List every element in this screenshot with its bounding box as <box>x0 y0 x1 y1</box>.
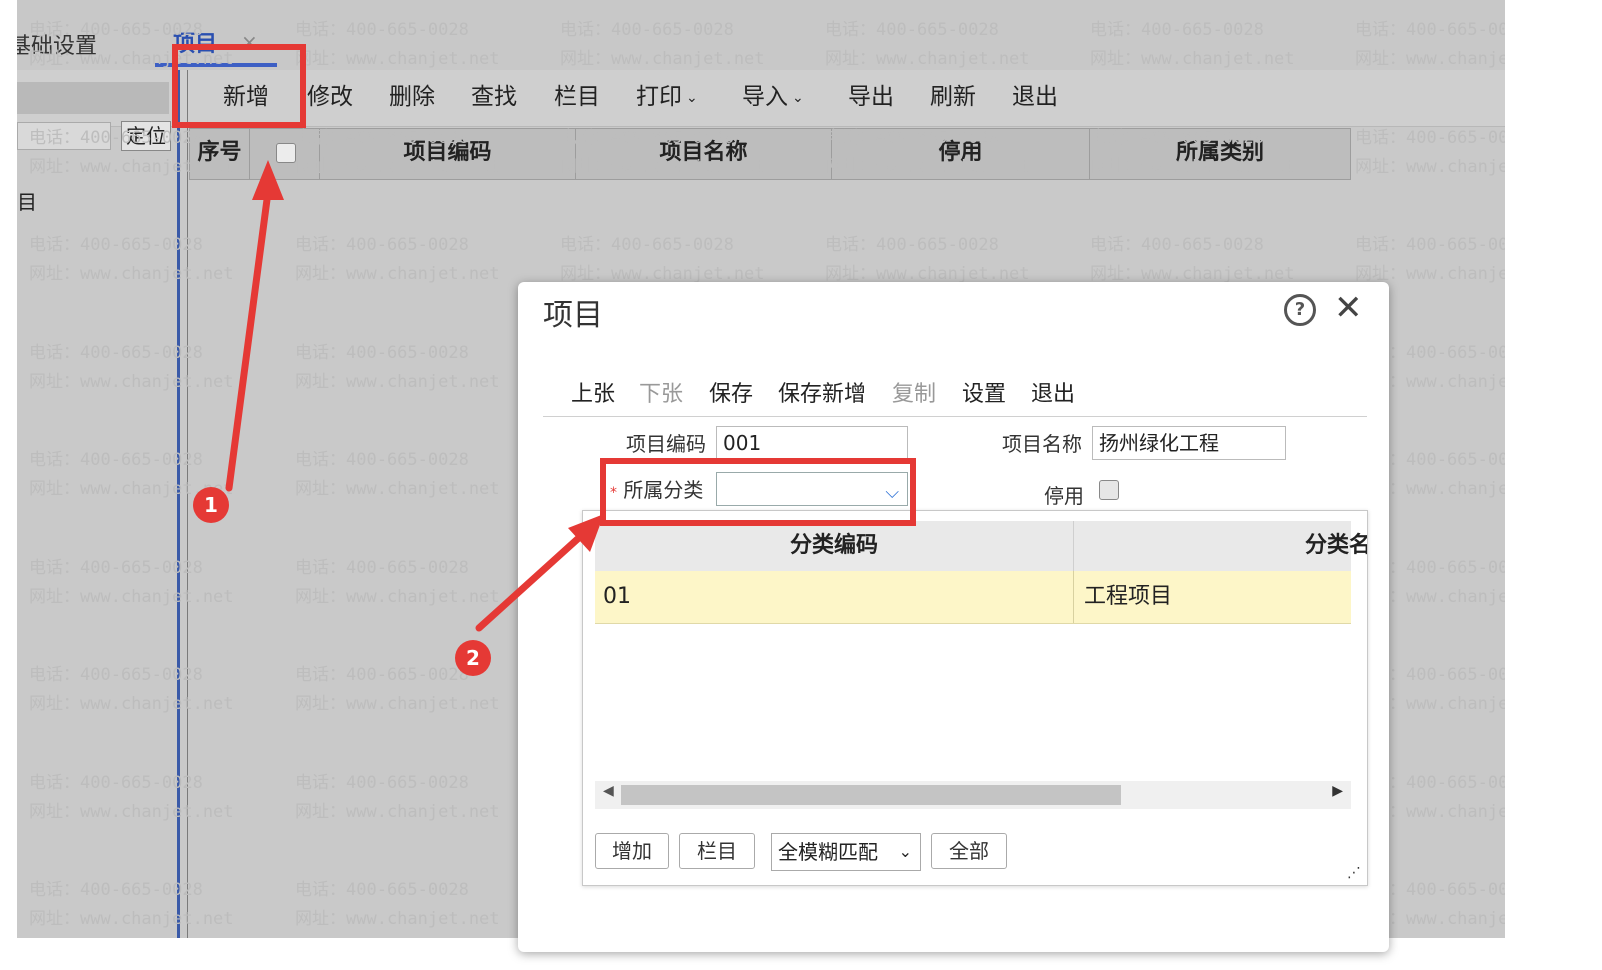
tab-base-settings[interactable]: 基础设置 <box>17 28 97 60</box>
col-header-stopped[interactable]: 停用 <box>832 129 1090 179</box>
watermark: 电话：400-665-0028网址：www.chanjet.net <box>295 235 500 284</box>
dialog-exit-button[interactable]: 退出 <box>1031 376 1075 408</box>
exit-button[interactable]: 退出 <box>1012 80 1058 114</box>
watermark: 电话：400-665-0028网址：www.chanjet.net <box>1355 128 1505 177</box>
panel-divider <box>187 70 188 938</box>
stop-checkbox[interactable] <box>1099 480 1119 500</box>
select-all-checkbox[interactable] <box>276 143 296 163</box>
columns-button[interactable]: 栏目 <box>554 80 600 114</box>
export-button[interactable]: 导出 <box>848 80 894 114</box>
import-menu-button[interactable]: 导入 ⌄ <box>742 80 804 115</box>
save-button[interactable]: 保存 <box>709 376 753 408</box>
project-code-field[interactable]: 001 <box>716 426 908 460</box>
copy-button[interactable]: 复制 <box>892 376 936 408</box>
project-name-field[interactable]: 扬州绿化工程 <box>1092 426 1286 460</box>
watermark: 电话：400-665-0028网址：www.chanjet.net <box>29 773 234 822</box>
match-mode-select[interactable]: 全模糊匹配 ⌄ <box>771 833 921 871</box>
watermark: 电话：400-665-0028网址：www.chanjet.net <box>1355 235 1505 284</box>
chevron-down-icon: ⌄ <box>686 89 698 106</box>
prev-button[interactable]: 上张 <box>571 376 615 408</box>
scrollbar-thumb[interactable] <box>621 785 1121 805</box>
row-name: 工程项目 <box>1073 571 1172 623</box>
dropdown-columns-button[interactable]: 栏目 <box>679 833 755 869</box>
col-header-code[interactable]: 项目编码 <box>320 129 576 179</box>
dropdown-header: 分类编码 分类名称 <box>595 521 1367 572</box>
panel-splitter[interactable] <box>177 70 180 938</box>
stop-label: 停用 <box>1044 484 1084 508</box>
print-label: 打印 <box>636 84 682 110</box>
watermark: 电话：400-665-0028网址：www.chanjet.net <box>295 558 500 607</box>
next-button[interactable]: 下张 <box>639 376 683 408</box>
watermark: 电话：400-665-0028网址：www.chanjet.net <box>295 773 500 822</box>
step-badge-2: 2 <box>455 640 491 676</box>
watermark: 电话：400-665-0028网址：www.chanjet.net <box>1090 235 1295 284</box>
horizontal-scrollbar[interactable]: ◀ ▶ <box>595 781 1351 809</box>
category-dropdown: 分类编码 分类名称 01 工程项目 ◀ ▶ 增加 栏目 全模糊匹配 ⌄ 全部 ⋰ <box>582 510 1368 886</box>
col-header-seq[interactable]: 序号 <box>190 129 250 179</box>
save-new-button[interactable]: 保存新增 <box>778 376 866 408</box>
add-category-button[interactable]: 增加 <box>595 833 669 869</box>
delete-button[interactable]: 删除 <box>389 80 435 114</box>
dropdown-col-code[interactable]: 分类编码 <box>595 521 1074 571</box>
resize-handle-icon[interactable]: ⋰ <box>1347 865 1361 881</box>
highlight-category-field <box>600 458 916 526</box>
project-name-label: 项目名称 <box>1002 432 1082 456</box>
chevron-down-icon: ⌄ <box>898 842 912 861</box>
watermark: 电话：400-665-0028网址：www.chanjet.net <box>825 235 1030 284</box>
dropdown-row[interactable]: 01 工程项目 <box>595 571 1351 624</box>
watermark: 电话：400-665-0028网址：www.chanjet.net <box>29 558 234 607</box>
dialog-title: 项目 <box>543 298 603 333</box>
scroll-left-icon[interactable]: ◀ <box>603 783 614 799</box>
step-badge-1: 1 <box>193 487 229 523</box>
settings-button[interactable]: 设置 <box>962 376 1006 408</box>
watermark: 电话：400-665-0028网址：www.chanjet.net <box>295 450 500 499</box>
import-label: 导入 <box>742 84 788 110</box>
highlight-new-button <box>172 44 306 128</box>
col-header-select <box>250 129 320 179</box>
watermark: 电话：400-665-0028网址：www.chanjet.net <box>29 343 234 392</box>
col-header-name[interactable]: 项目名称 <box>576 129 832 179</box>
chevron-down-icon: ⌄ <box>792 89 804 106</box>
close-icon[interactable]: ✕ <box>1334 288 1363 328</box>
find-button[interactable]: 查找 <box>471 80 517 114</box>
scroll-right-icon[interactable]: ▶ <box>1332 783 1343 799</box>
watermark: 电话：400-665-0028网址：www.chanjet.net <box>560 235 765 284</box>
watermark: 电话：400-665-0028网址：www.chanjet.net <box>295 343 500 392</box>
refresh-button[interactable]: 刷新 <box>930 80 976 114</box>
watermark: 电话：400-665-0028网址：www.chanjet.net <box>29 880 234 929</box>
project-dialog: 项目 ? ✕ 上张 下张 保存 保存新增 复制 设置 退出 项目编码 001 项… <box>518 282 1389 952</box>
watermark: 电话：400-665-0028网址：www.chanjet.net <box>29 665 234 714</box>
project-code-label: 项目编码 <box>626 432 706 456</box>
toolbar-left-strip <box>17 82 169 114</box>
dropdown-col-name[interactable]: 分类名称 <box>1073 521 1367 571</box>
col-header-category[interactable]: 所属类别 <box>1090 129 1350 179</box>
watermark: 电话：400-665-0028网址：www.chanjet.net <box>295 880 500 929</box>
help-icon[interactable]: ? <box>1284 294 1316 326</box>
show-all-button[interactable]: 全部 <box>931 833 1007 869</box>
watermark: 电话：400-665-0028网址：www.chanjet.net <box>29 235 234 284</box>
match-mode-value: 全模糊匹配 <box>778 840 878 864</box>
grid-header: 序号 项目编码 项目名称 停用 所属类别 <box>189 128 1351 180</box>
row-code: 01 <box>603 584 631 609</box>
edit-button[interactable]: 修改 <box>307 80 353 114</box>
locate-button[interactable]: 定位 <box>121 121 171 151</box>
locate-search-input[interactable] <box>17 122 111 150</box>
right-margin <box>1505 0 1602 970</box>
dialog-toolbar: 上张 下张 保存 保存新增 复制 设置 退出 <box>543 372 1367 417</box>
print-menu-button[interactable]: 打印 ⌄ <box>636 80 698 115</box>
tree-item-project[interactable]: 目 <box>17 186 37 215</box>
